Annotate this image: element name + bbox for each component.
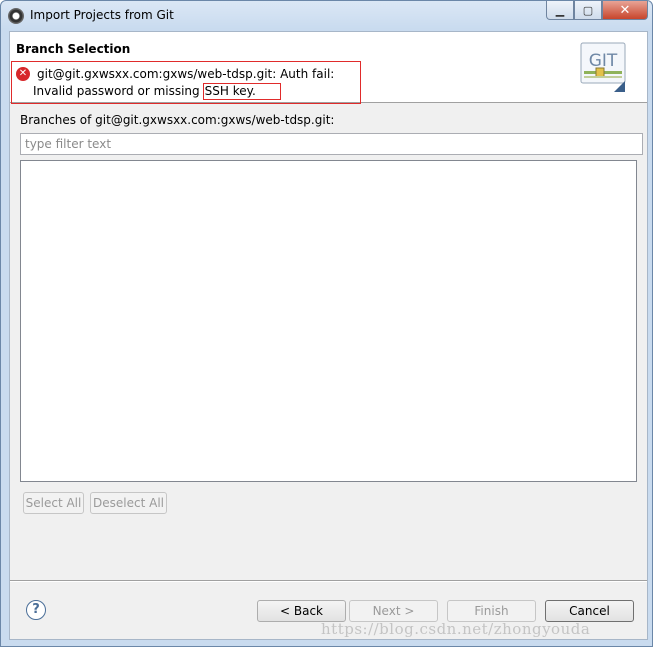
close-button[interactable]: ✕ <box>602 1 648 20</box>
close-icon: ✕ <box>619 2 631 18</box>
minimize-button[interactable]: ▁ <box>546 1 574 20</box>
wizard-client-area: Branch Selection ✕ git@git.gxwsxx.com:gx… <box>9 31 648 640</box>
error-message-text: Invalid password or missing <box>33 84 200 98</box>
finish-button[interactable]: Finish <box>447 600 536 622</box>
error-message-box: ✕ git@git.gxwsxx.com:gxws/web-tdsp.git: … <box>11 61 361 104</box>
minimize-icon: ▁ <box>555 3 565 17</box>
footer-separator <box>10 580 647 581</box>
wizard-window: Import Projects from Git ▁ ▢ ✕ Branch Se… <box>0 0 653 647</box>
eclipse-app-icon <box>8 8 24 24</box>
wizard-header: Branch Selection ✕ git@git.gxwsxx.com:gx… <box>10 32 647 104</box>
branch-filter-input[interactable] <box>20 133 643 155</box>
ssh-key-highlight: SSH key. <box>202 83 281 100</box>
maximize-icon: ▢ <box>582 3 594 17</box>
git-logo-icon: GIT <box>580 42 626 92</box>
watermark-text: https://blog.csdn.net/zhongyouda <box>321 620 591 638</box>
error-message-line2: Invalid password or missing SSH key. <box>33 83 281 100</box>
select-all-button[interactable]: Select All <box>23 492 84 514</box>
branches-label: Branches of git@git.gxwsxx.com:gxws/web-… <box>20 113 335 127</box>
branch-list[interactable] <box>20 160 637 482</box>
window-controls: ▁ ▢ ✕ <box>546 1 648 21</box>
deselect-all-button[interactable]: Deselect All <box>90 492 167 514</box>
error-icon: ✕ <box>16 67 30 81</box>
maximize-button[interactable]: ▢ <box>574 1 602 20</box>
window-title: Import Projects from Git <box>30 8 174 22</box>
title-bar[interactable]: Import Projects from Git ▁ ▢ ✕ <box>1 1 652 31</box>
back-button[interactable]: < Back <box>257 600 346 622</box>
error-message-line1: git@git.gxwsxx.com:gxws/web-tdsp.git: Au… <box>37 67 335 81</box>
cancel-button[interactable]: Cancel <box>545 600 634 622</box>
help-icon[interactable]: ? <box>26 600 46 620</box>
page-title: Branch Selection <box>16 42 131 56</box>
next-button[interactable]: Next > <box>349 600 438 622</box>
